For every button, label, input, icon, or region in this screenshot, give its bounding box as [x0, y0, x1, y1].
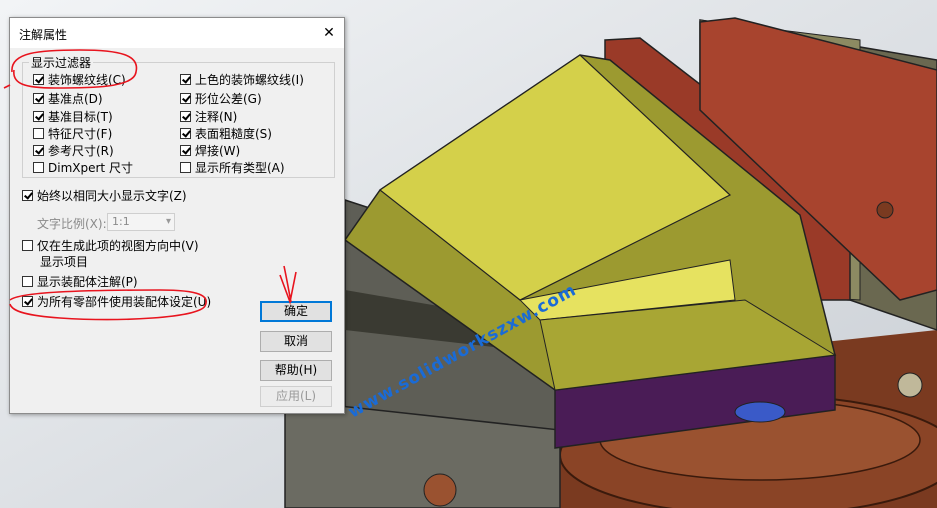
checkbox-icon[interactable]: [33, 127, 44, 139]
checkbox-icon[interactable]: [22, 239, 33, 251]
filter-shaded-cosmetic-thread[interactable]: 上色的装饰螺纹线(I): [180, 71, 304, 87]
show-assembly-annotations-option[interactable]: 显示装配体注解(P): [22, 273, 138, 289]
filter-dimxpert-dimensions[interactable]: DimXpert 尺寸: [33, 159, 133, 175]
checkbox-icon[interactable]: [33, 161, 44, 173]
same-size-text-option[interactable]: 始终以相同大小显示文字(Z): [22, 187, 187, 203]
cancel-button[interactable]: 取消: [260, 331, 332, 352]
view-direction-label-line2: 显示项目: [40, 255, 89, 269]
filter-feature-dimensions[interactable]: 特征尺寸(F): [33, 125, 112, 141]
filter-label: 参考尺寸(R): [48, 143, 114, 158]
filter-label: 基准目标(T): [48, 109, 113, 124]
close-icon[interactable]: ✕: [314, 18, 344, 48]
help-button[interactable]: 帮助(H): [260, 360, 332, 381]
filter-label: 形位公差(G): [195, 91, 262, 106]
ok-button[interactable]: 确定: [260, 301, 332, 322]
filter-datum-point[interactable]: 基准点(D): [33, 90, 103, 106]
filter-label: 上色的装饰螺纹线(I): [195, 72, 304, 87]
filter-surface-finish[interactable]: 表面粗糙度(S): [180, 125, 272, 141]
filter-label: 焊接(W): [195, 143, 241, 158]
filter-label: 显示所有类型(A): [195, 160, 285, 175]
filter-label: DimXpert 尺寸: [48, 160, 133, 175]
checkbox-icon[interactable]: [180, 144, 191, 156]
checkbox-icon[interactable]: [33, 92, 44, 104]
show-assembly-annotations-label: 显示装配体注解(P): [37, 274, 138, 289]
checkbox-icon[interactable]: [180, 73, 191, 85]
chevron-down-icon: ▾: [165, 216, 171, 227]
filter-label: 特征尺寸(F): [48, 126, 113, 141]
checkbox-icon[interactable]: [33, 144, 44, 156]
use-assembly-settings-label: 为所有零部件使用装配体设定(U): [37, 294, 212, 309]
checkbox-icon[interactable]: [180, 92, 191, 104]
checkbox-icon[interactable]: [33, 73, 44, 85]
same-size-text-label: 始终以相同大小显示文字(Z): [37, 188, 187, 203]
filter-datum-target[interactable]: 基准目标(T): [33, 108, 113, 124]
filter-geometric-tolerance[interactable]: 形位公差(G): [180, 90, 262, 106]
filter-label: 装饰螺纹线(C): [48, 72, 126, 87]
dialog-title: 注解属性: [19, 28, 68, 42]
checkbox-icon[interactable]: [22, 275, 33, 287]
filter-welds[interactable]: 焊接(W): [180, 142, 240, 158]
text-scale-label: 文字比例(X):: [37, 217, 107, 231]
filter-label: 表面粗糙度(S): [195, 126, 272, 141]
filter-reference-dimensions[interactable]: 参考尺寸(R): [33, 142, 114, 158]
filter-notes[interactable]: 注释(N): [180, 108, 237, 124]
dialog-titlebar: 注解属性 ✕: [10, 18, 344, 48]
checkbox-icon[interactable]: [33, 110, 44, 122]
apply-button[interactable]: 应用(L): [260, 386, 332, 407]
checkbox-icon[interactable]: [22, 295, 33, 307]
filter-display-all-types[interactable]: 显示所有类型(A): [180, 159, 285, 175]
checkbox-icon[interactable]: [180, 127, 191, 139]
checkbox-icon[interactable]: [180, 110, 191, 122]
checkbox-icon[interactable]: [180, 161, 191, 173]
filter-label: 基准点(D): [48, 91, 103, 106]
checkbox-icon[interactable]: [22, 189, 33, 201]
text-scale-select[interactable]: 1:1 ▾: [107, 213, 175, 231]
use-assembly-settings-option[interactable]: 为所有零部件使用装配体设定(U): [22, 293, 211, 309]
filter-label: 注释(N): [195, 109, 238, 124]
filter-cosmetic-thread[interactable]: 装饰螺纹线(C): [33, 71, 126, 87]
view-direction-label: 仅在生成此项的视图方向中(V): [37, 238, 199, 253]
text-scale-value: 1:1: [112, 215, 130, 228]
display-filter-label: 显示过滤器: [31, 56, 92, 70]
annotation-properties-dialog: 注解属性 ✕ 显示过滤器 装饰螺纹线(C) 基准点(D) 基准目标(T) 特征尺…: [9, 17, 345, 414]
view-direction-option[interactable]: 仅在生成此项的视图方向中(V): [22, 237, 199, 253]
